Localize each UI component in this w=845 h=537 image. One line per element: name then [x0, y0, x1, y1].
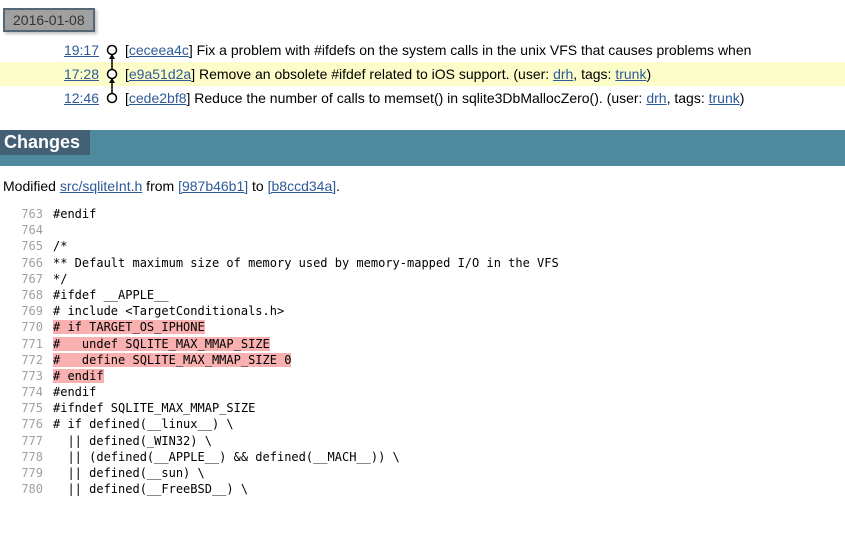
diff-line: # if defined(__linux__) \ [53, 417, 234, 431]
line-number: 773 [3, 368, 53, 384]
line-number: 772 [3, 352, 53, 368]
diff-block: 763#endif 764 765/* 766** Default maximu… [0, 206, 845, 497]
timeline-time-cell: 17:28 [0, 62, 103, 86]
modified-file-line: Modified src/sqliteInt.h from [987b46b1]… [0, 166, 845, 206]
timeline-row: 19:17 [ceceea4c] Fix a problem with #ifde… [0, 38, 845, 62]
diff-line: #endif [53, 207, 96, 221]
changes-title: Changes [0, 130, 90, 155]
line-number: 764 [3, 222, 53, 238]
modified-end: . [336, 178, 340, 194]
line-number: 770 [3, 319, 53, 335]
line-number: 774 [3, 384, 53, 400]
line-number: 769 [3, 303, 53, 319]
modified-hash-from[interactable]: [987b46b1] [178, 178, 248, 194]
diff-line: #ifndef SQLITE_MAX_MMAP_SIZE [53, 401, 255, 415]
commit-hash-link[interactable]: ceceea4c [129, 42, 189, 58]
timeline-time-link[interactable]: 19:17 [64, 42, 99, 58]
diff-line-deleted: # if TARGET_OS_IPHONE [53, 320, 205, 334]
commit-node-icon [103, 38, 121, 62]
modified-prefix: Modified [3, 178, 60, 194]
modified-file-link[interactable]: src/sqliteInt.h [60, 178, 142, 194]
diff-line: # include <TargetConditionals.h> [53, 304, 284, 318]
commit-tag-link[interactable]: trunk [615, 66, 646, 82]
diff-line-deleted: # endif [53, 369, 104, 383]
timeline-row: 17:28 [e9a51d2a] Remove an obsolete #ifde… [0, 62, 845, 86]
modified-hash-to[interactable]: [b8ccd34a] [268, 178, 337, 194]
timeline-time-cell: 19:17 [0, 38, 103, 62]
line-number: 771 [3, 336, 53, 352]
commit-node-icon [103, 86, 121, 110]
line-number: 776 [3, 416, 53, 432]
modified-mid1: from [142, 178, 178, 194]
commit-hash-link[interactable]: e9a51d2a [129, 66, 191, 82]
line-number: 778 [3, 449, 53, 465]
modified-mid2: to [248, 178, 267, 194]
timeline-time-link[interactable]: 12:46 [64, 90, 99, 106]
timeline-msg-cell: [ceceea4c] Fix a problem with #ifdefs on… [121, 38, 845, 62]
date-header: 2016-01-08 [3, 8, 95, 32]
diff-line: #endif [53, 385, 96, 399]
line-number: 768 [3, 287, 53, 303]
diff-line-deleted: # define SQLITE_MAX_MMAP_SIZE 0 [53, 353, 291, 367]
line-number: 766 [3, 255, 53, 271]
line-number: 765 [3, 238, 53, 254]
line-number: 779 [3, 465, 53, 481]
diff-line: #ifdef __APPLE__ [53, 288, 169, 302]
timeline-time-cell: 12:46 [0, 86, 103, 110]
timeline-graph-cell [103, 86, 121, 110]
commit-tag-link[interactable]: trunk [709, 90, 740, 106]
diff-line: || (defined(__APPLE__) && defined(__MACH… [53, 450, 400, 464]
timeline-msg-cell: [e9a51d2a] Remove an obsolete #ifdef rel… [121, 62, 845, 86]
timeline-graph-cell [103, 38, 121, 62]
changes-section-bar: Changes [0, 130, 845, 166]
timeline-msg-cell: [cede2bf8] Reduce the number of calls to… [121, 86, 845, 110]
line-number: 777 [3, 433, 53, 449]
commit-hash-link[interactable]: cede2bf8 [129, 90, 187, 106]
diff-line: */ [53, 272, 67, 286]
timeline-row: 12:46 [cede2bf8] Reduce the number of cal… [0, 86, 845, 110]
diff-line: || defined(_WIN32) \ [53, 434, 212, 448]
line-number: 780 [3, 481, 53, 497]
timeline-time-link[interactable]: 17:28 [64, 66, 99, 82]
diff-line: /* [53, 239, 67, 253]
diff-line: || defined(__FreeBSD__) \ [53, 482, 248, 496]
line-number: 763 [3, 206, 53, 222]
commit-user-link[interactable]: drh [646, 90, 666, 106]
diff-line-deleted: # undef SQLITE_MAX_MMAP_SIZE [53, 337, 270, 351]
diff-line: ** Default maximum size of memory used b… [53, 256, 559, 270]
timeline-table: 19:17 [ceceea4c] Fix a problem with #ifde… [0, 38, 845, 110]
line-number: 775 [3, 400, 53, 416]
commit-node-icon [103, 62, 121, 86]
line-number: 767 [3, 271, 53, 287]
commit-user-link[interactable]: drh [553, 66, 573, 82]
timeline-graph-cell [103, 62, 121, 86]
diff-line: || defined(__sun) \ [53, 466, 205, 480]
